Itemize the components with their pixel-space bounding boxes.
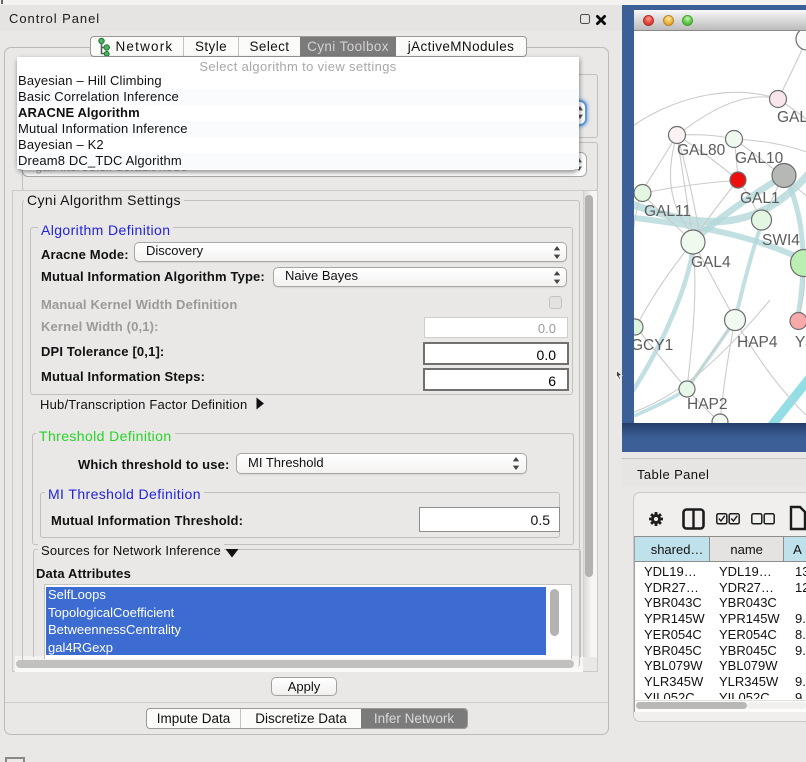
svg-text:GAL11: GAL11 bbox=[644, 203, 691, 220]
svg-text:GAL80: GAL80 bbox=[677, 142, 726, 159]
svg-text:SWI4: SWI4 bbox=[762, 232, 800, 249]
svg-text:GAL1: GAL1 bbox=[740, 190, 780, 207]
svg-text:HAP4: HAP4 bbox=[737, 334, 778, 351]
svg-text:GAL4: GAL4 bbox=[691, 254, 731, 271]
svg-text:GCY1: GCY1 bbox=[634, 337, 673, 354]
svg-text:HAP2: HAP2 bbox=[687, 396, 728, 413]
svg-text:YJ: YJ bbox=[795, 334, 806, 351]
svg-text:GAL2: GAL2 bbox=[777, 109, 806, 126]
svg-text:GAL10: GAL10 bbox=[735, 150, 784, 167]
